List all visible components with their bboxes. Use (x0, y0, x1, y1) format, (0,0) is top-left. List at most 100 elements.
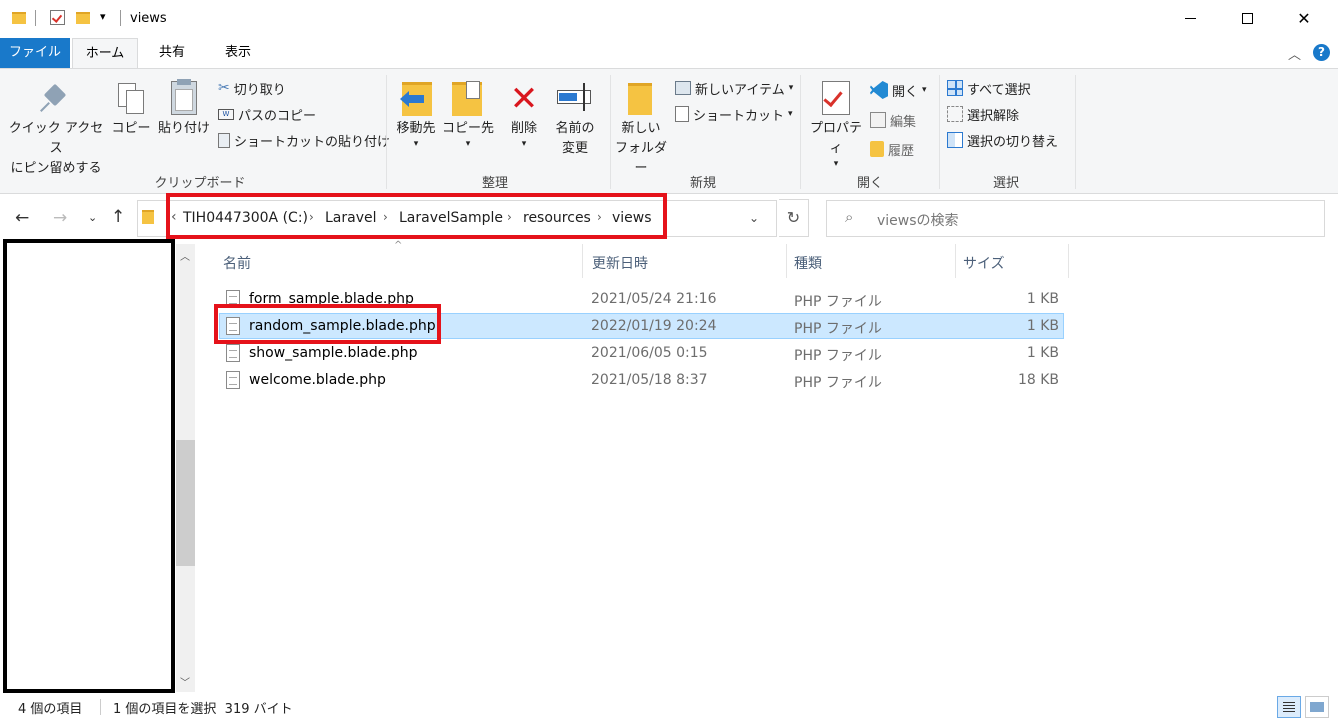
minimize-button[interactable] (1167, 0, 1213, 36)
open-button[interactable]: 開く ▾ (870, 79, 927, 101)
copy-to-label: コピー先 (442, 121, 495, 136)
php-file-icon (226, 371, 240, 389)
new-folder-button[interactable]: 新しい フォルダー (612, 79, 670, 179)
new-folder-quick-icon[interactable] (76, 12, 90, 24)
select-none-label: 選択解除 (967, 108, 1020, 124)
move-to-button[interactable]: 移動先 ▾ (390, 79, 442, 149)
move-to-label: 移動先 (396, 121, 436, 136)
history-button[interactable]: 履歴 (870, 138, 914, 160)
scroll-down-icon[interactable]: ﹀ (180, 674, 190, 689)
help-icon[interactable]: ? (1313, 44, 1330, 61)
collapse-ribbon-icon[interactable]: ︿ (1288, 44, 1301, 63)
edit-label: 編集 (890, 114, 917, 130)
file-name: show_sample.blade.php (249, 345, 418, 361)
new-item-icon (675, 81, 691, 95)
address-highlight-box (166, 193, 667, 239)
column-separator[interactable] (1068, 244, 1069, 278)
column-separator[interactable] (786, 244, 787, 278)
close-button[interactable]: ✕ (1281, 0, 1327, 36)
recent-locations-chevron-icon[interactable]: ⌄ (88, 211, 97, 224)
scrollbar-thumb[interactable] (176, 440, 195, 566)
paste-button[interactable]: 貼り付け (156, 79, 212, 139)
back-arrow-icon[interactable]: ← (15, 208, 29, 228)
file-type: PHP ファイル (794, 375, 882, 391)
clipboard-group-label: クリップボード (154, 176, 246, 191)
address-dropdown-chevron-icon[interactable]: ⌄ (749, 211, 759, 225)
file-size: 18 KB (1017, 372, 1059, 388)
invert-selection-icon (947, 132, 963, 148)
select-all-button[interactable]: すべて選択 (947, 77, 1031, 99)
forward-arrow-icon[interactable]: → (53, 208, 67, 228)
search-icon: ⌕ (845, 208, 854, 226)
shortcut-label: ショートカット (693, 108, 785, 124)
paste-label: 貼り付け (157, 121, 210, 136)
column-separator[interactable] (582, 244, 583, 278)
up-arrow-icon[interactable]: ↑ (111, 207, 125, 227)
dropdown-arrow-icon: ▾ (465, 139, 471, 149)
column-header-type[interactable]: 種類 (794, 253, 822, 273)
file-date: 2022/01/19 20:24 (591, 318, 717, 334)
column-header-name[interactable]: 名前 (223, 253, 251, 273)
file-size: 1 KB (1026, 345, 1059, 361)
file-highlight-box (214, 304, 441, 344)
cut-button[interactable]: ✂ 切り取り (218, 77, 286, 99)
title-bar: ▾ views ✕ (0, 0, 1338, 38)
pin-label-line2: にピン留めする (10, 161, 102, 176)
properties-quick-icon[interactable] (50, 10, 65, 25)
history-label: 履歴 (888, 143, 915, 159)
folder-icon (142, 210, 154, 224)
select-none-button[interactable]: 選択解除 (947, 103, 1019, 125)
delete-button[interactable]: ✕ 削除 ▾ (502, 79, 546, 149)
copy-path-label: パスのコピー (238, 108, 317, 124)
ribbon-tabs: ファイル ホーム 共有 表示 ︿ ? (0, 38, 1338, 68)
tab-view[interactable]: 表示 (210, 38, 266, 68)
search-placeholder[interactable]: viewsの検索 (877, 210, 959, 230)
new-item-button[interactable]: 新しいアイテム ▾ (675, 77, 793, 99)
refresh-icon[interactable]: ↻ (779, 199, 809, 237)
tab-home[interactable]: ホーム (72, 38, 138, 68)
file-size: 1 KB (1026, 318, 1059, 334)
copy-to-button[interactable]: コピー先 ▾ (442, 79, 494, 149)
delete-x-icon: ✕ (509, 79, 539, 119)
large-icons-view-icon[interactable] (1305, 696, 1329, 718)
column-header-size[interactable]: サイズ (963, 253, 1005, 273)
details-view-icon[interactable] (1277, 696, 1301, 718)
divider (35, 10, 36, 26)
paste-shortcut-button[interactable]: ショートカットの貼り付け (218, 129, 390, 151)
shortcut-button[interactable]: ショートカット ▾ (675, 103, 793, 125)
status-selection: 1 個の項目を選択 319 バイト (113, 702, 293, 717)
scroll-up-icon[interactable]: ︿ (180, 248, 190, 263)
column-header-date[interactable]: 更新日時 (592, 253, 648, 273)
copy-path-icon: W (218, 108, 234, 120)
sort-ascending-icon: ^ (394, 240, 403, 251)
copy-button[interactable]: コピー (110, 79, 152, 139)
file-row[interactable]: welcome.blade.php 2021/05/18 8:37 PHP ファ… (219, 367, 1064, 393)
file-type: PHP ファイル (794, 321, 882, 337)
maximize-button[interactable] (1224, 0, 1270, 36)
status-divider (100, 699, 101, 715)
file-size: 1 KB (1026, 291, 1059, 307)
dropdown-arrow-icon: ▾ (788, 109, 793, 119)
tab-file[interactable]: ファイル (0, 38, 70, 68)
properties-button[interactable]: プロパティ ▾ (804, 79, 868, 169)
customize-quick-access-icon[interactable]: ▾ (100, 10, 106, 23)
delete-label: 削除 (510, 121, 537, 136)
dropdown-arrow-icon: ▾ (788, 83, 794, 93)
ribbon: クイック アクセス にピン留めする コピー 貼り付け ✂ 切り取り W パスのコ… (0, 68, 1338, 194)
column-separator[interactable] (955, 244, 956, 278)
select-group-label: 選択 (992, 176, 1019, 191)
open-group-label: 開く (856, 176, 883, 191)
copy-path-button[interactable]: W パスのコピー (218, 103, 316, 125)
rename-button[interactable]: 名前の 変更 (550, 79, 600, 159)
edit-button[interactable]: 編集 (870, 109, 916, 131)
file-date: 2021/05/18 8:37 (591, 372, 708, 388)
copy-to-icon (442, 79, 494, 119)
invert-selection-button[interactable]: 選択の切り替え (947, 129, 1058, 151)
tab-share[interactable]: 共有 (146, 38, 198, 68)
pin-to-quick-access-button[interactable]: クイック アクセス にピン留めする (6, 79, 106, 179)
properties-label: プロパティ (809, 121, 862, 156)
new-item-label: 新しいアイテム (695, 82, 785, 98)
vscode-icon (870, 81, 888, 99)
rename-icon (550, 79, 600, 119)
folder-icon (12, 12, 26, 24)
